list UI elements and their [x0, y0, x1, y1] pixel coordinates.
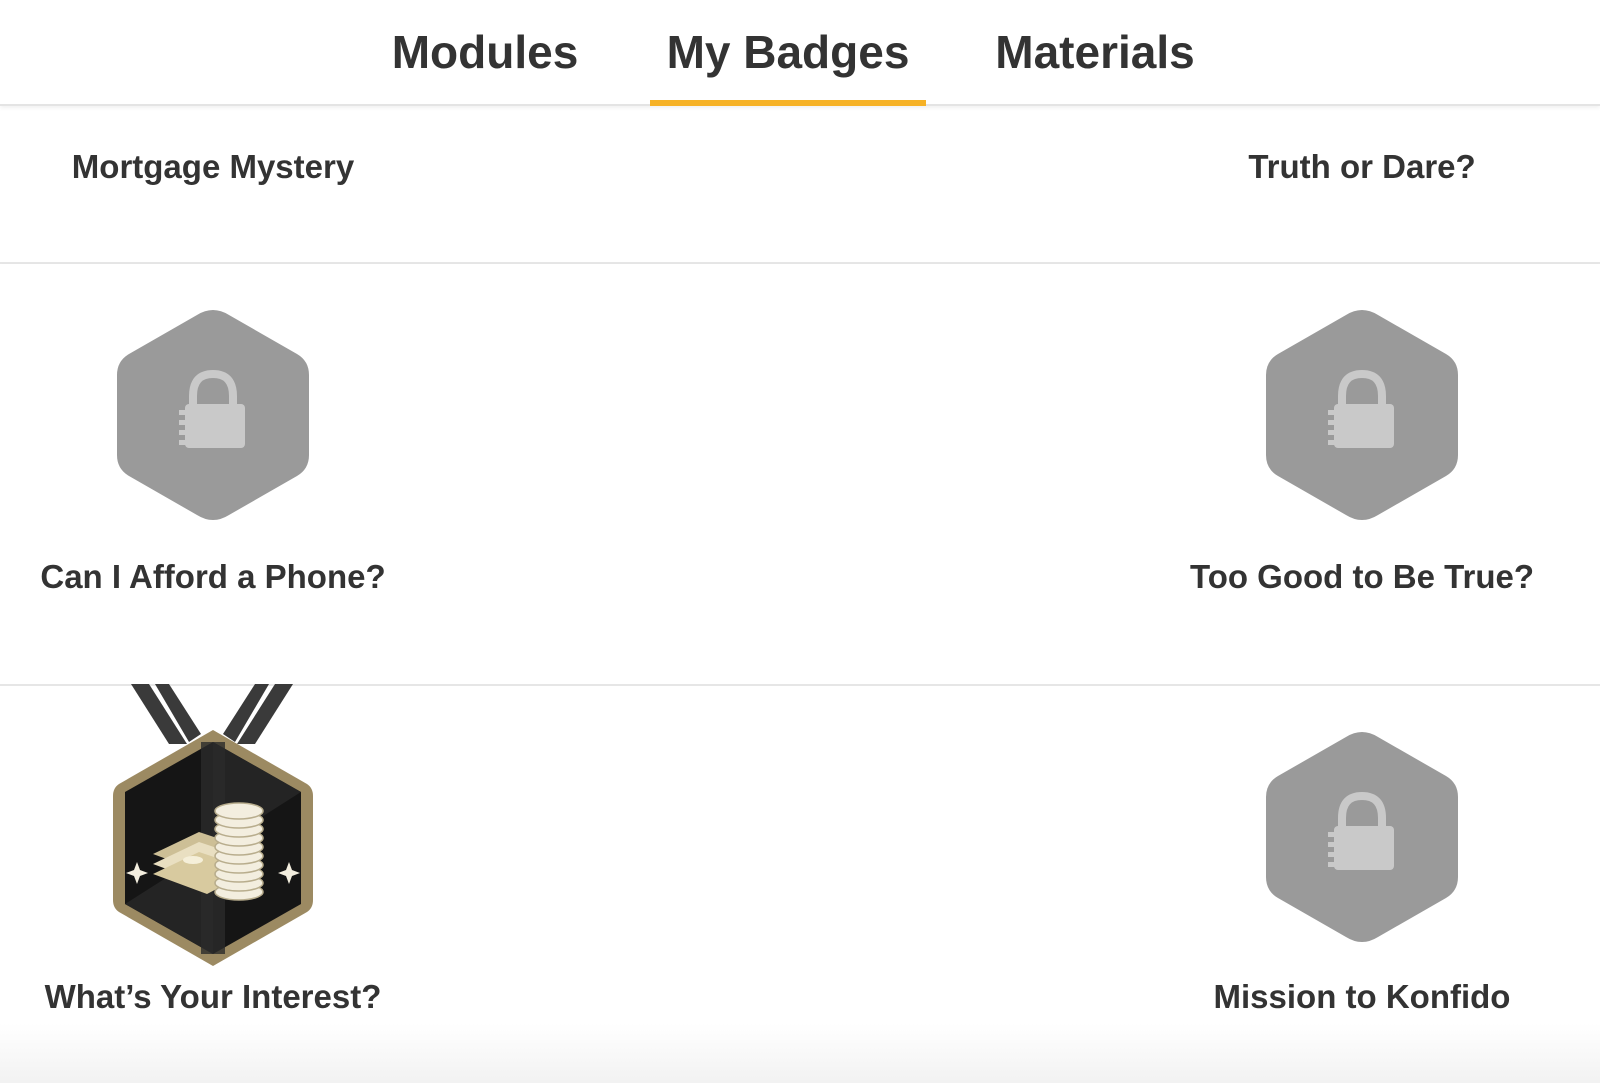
money-stack-medal-icon — [113, 684, 313, 966]
lock-icon — [117, 310, 309, 520]
badge-row-1: Mortgage Mystery Truth or Dare? — [0, 106, 1600, 264]
badge-title: Mission to Konfido — [1213, 978, 1511, 1015]
tab-modules[interactable]: Modules — [380, 0, 590, 104]
tab-materials[interactable]: Materials — [985, 0, 1205, 104]
badge-title: Mortgage Mystery — [71, 148, 355, 185]
tab-modules-label: Modules — [391, 26, 579, 78]
badge-mortgage-mystery[interactable]: Mortgage Mystery — [3, 106, 423, 262]
badge-can-i-afford-a-phone[interactable]: Can I Afford a Phone? — [3, 264, 423, 684]
locked-badge-hexagon — [113, 304, 313, 531]
lock-icon — [1266, 732, 1458, 942]
badge-title: Truth or Dare? — [1248, 148, 1476, 185]
locked-badge-hexagon — [1262, 726, 1462, 953]
active-tab-indicator — [650, 100, 926, 106]
badge-row-2: Can I Afford a Phone? Too Good to Be Tru… — [0, 264, 1600, 686]
tab-my-badges[interactable]: My Badges — [650, 0, 926, 106]
badge-truth-or-dare[interactable]: Truth or Dare? — [1152, 106, 1572, 262]
badge-title: Too Good to Be True? — [1189, 558, 1535, 595]
locked-badge-hexagon — [1262, 304, 1462, 531]
badge-row-3: What’s Your Interest? Mission to Konfido — [0, 684, 1600, 1083]
lock-icon — [1266, 310, 1458, 520]
tab-bar: Modules My Badges Materials — [0, 0, 1600, 106]
earned-medal — [103, 684, 323, 971]
badge-title: Can I Afford a Phone? — [40, 558, 386, 595]
badge-mission-to-konfido[interactable]: Mission to Konfido — [1152, 686, 1572, 1083]
badge-title: What’s Your Interest? — [44, 978, 382, 1015]
badge-too-good-to-be-true[interactable]: Too Good to Be True? — [1152, 264, 1572, 684]
tab-my-badges-label: My Badges — [666, 26, 910, 78]
tab-materials-label: Materials — [995, 26, 1195, 78]
badge-whats-your-interest[interactable]: What’s Your Interest? — [3, 684, 423, 1083]
